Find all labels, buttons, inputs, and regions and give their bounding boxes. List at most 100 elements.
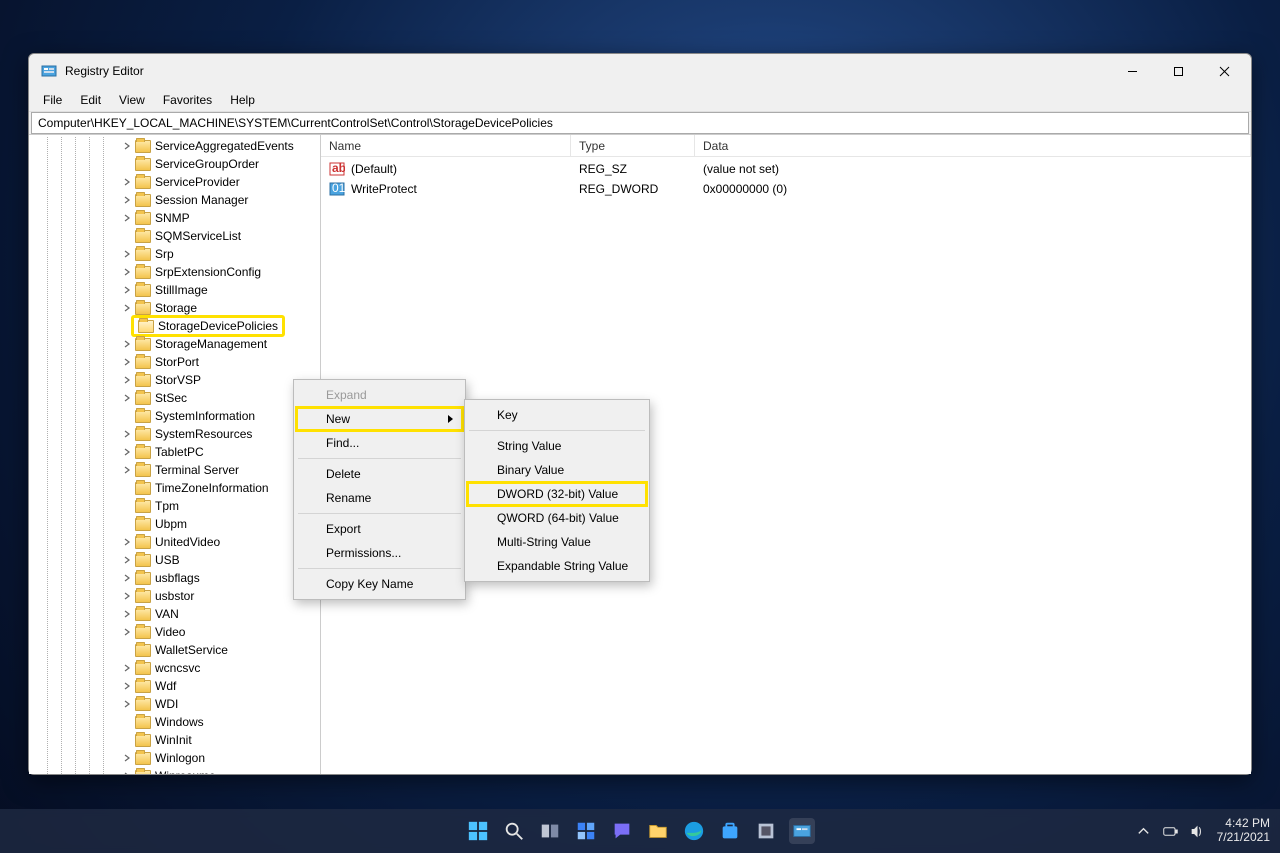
tree-node[interactable]: Video	[29, 623, 320, 641]
menu-item[interactable]: QWORD (64-bit) Value	[467, 506, 647, 530]
chevron-right-icon[interactable]	[121, 212, 133, 224]
tree-node[interactable]: Ubpm	[29, 515, 320, 533]
store-icon[interactable]	[717, 818, 743, 844]
menu-item[interactable]: Copy Key Name	[296, 572, 463, 596]
tree-node[interactable]: StillImage	[29, 281, 320, 299]
volume-icon[interactable]	[1190, 824, 1205, 839]
chevron-right-icon[interactable]	[121, 464, 133, 476]
start-icon[interactable]	[465, 818, 491, 844]
tree-node[interactable]: WinInit	[29, 731, 320, 749]
tree-node[interactable]: usbflags	[29, 569, 320, 587]
menu-item[interactable]: Binary Value	[467, 458, 647, 482]
value-row[interactable]: ab(Default)REG_SZ(value not set)	[321, 159, 1251, 179]
menu-favorites[interactable]: Favorites	[155, 91, 220, 109]
tree-node[interactable]: wcncsvc	[29, 659, 320, 677]
tree-node[interactable]: UnitedVideo	[29, 533, 320, 551]
menu-item[interactable]: Key	[467, 403, 647, 427]
menu-item[interactable]: New	[296, 407, 463, 431]
tree-node[interactable]: StorageDevicePolicies	[29, 317, 320, 335]
address-bar[interactable]: Computer\HKEY_LOCAL_MACHINE\SYSTEM\Curre…	[31, 112, 1249, 134]
col-type[interactable]: Type	[571, 135, 695, 156]
tree-node[interactable]: USB	[29, 551, 320, 569]
search-icon[interactable]	[501, 818, 527, 844]
context-menu[interactable]: ExpandNewFind...DeleteRenameExportPermis…	[293, 379, 466, 600]
tree-node[interactable]: WDI	[29, 695, 320, 713]
system-tray[interactable]: 4:42 PM 7/21/2021	[1136, 809, 1270, 853]
taskbar[interactable]: 4:42 PM 7/21/2021	[0, 809, 1280, 853]
tree-node[interactable]: StorPort	[29, 353, 320, 371]
chevron-right-icon[interactable]	[121, 662, 133, 674]
chevron-right-icon[interactable]	[121, 338, 133, 350]
menu-edit[interactable]: Edit	[72, 91, 109, 109]
tree-node[interactable]: SystemInformation	[29, 407, 320, 425]
widgets-icon[interactable]	[573, 818, 599, 844]
close-button[interactable]	[1201, 56, 1247, 86]
tree-node[interactable]: Terminal Server	[29, 461, 320, 479]
tree-node[interactable]: SNMP	[29, 209, 320, 227]
chevron-right-icon[interactable]	[121, 356, 133, 368]
chevron-right-icon[interactable]	[121, 608, 133, 620]
chevron-right-icon[interactable]	[121, 428, 133, 440]
menu-item[interactable]: Multi-String Value	[467, 530, 647, 554]
minimize-button[interactable]	[1109, 56, 1155, 86]
tree-node[interactable]: Windows	[29, 713, 320, 731]
tree-node[interactable]: Winlogon	[29, 749, 320, 767]
chevron-right-icon[interactable]	[121, 698, 133, 710]
chevron-right-icon[interactable]	[121, 176, 133, 188]
list-header[interactable]: Name Type Data	[321, 135, 1251, 157]
chevron-right-icon[interactable]	[121, 392, 133, 404]
chevron-right-icon[interactable]	[121, 770, 133, 774]
tree-node[interactable]: Winresume	[29, 767, 320, 774]
tree-node[interactable]: WalletService	[29, 641, 320, 659]
chevron-right-icon[interactable]	[121, 266, 133, 278]
chevron-right-icon[interactable]	[121, 248, 133, 260]
chevron-right-icon[interactable]	[121, 140, 133, 152]
tree-node[interactable]: SystemResources	[29, 425, 320, 443]
chevron-right-icon[interactable]	[121, 590, 133, 602]
taskbar-clock[interactable]: 4:42 PM 7/21/2021	[1217, 817, 1270, 845]
menu-item[interactable]: Rename	[296, 486, 463, 510]
tree-node[interactable]: Srp	[29, 245, 320, 263]
tree-node[interactable]: Tpm	[29, 497, 320, 515]
menu-item[interactable]: String Value	[467, 434, 647, 458]
tree-node[interactable]: StorVSP	[29, 371, 320, 389]
tree-node[interactable]: StorageManagement	[29, 335, 320, 353]
chevron-right-icon[interactable]	[121, 302, 133, 314]
regedit-taskbar-icon[interactable]	[789, 818, 815, 844]
menu-item[interactable]: Export	[296, 517, 463, 541]
tree-node[interactable]: StSec	[29, 389, 320, 407]
chevron-right-icon[interactable]	[121, 572, 133, 584]
edge-icon[interactable]	[681, 818, 707, 844]
titlebar[interactable]: Registry Editor	[29, 54, 1251, 88]
settings-icon[interactable]	[753, 818, 779, 844]
tree-node[interactable]: ServiceGroupOrder	[29, 155, 320, 173]
taskview-icon[interactable]	[537, 818, 563, 844]
explorer-icon[interactable]	[645, 818, 671, 844]
menu-item[interactable]: Find...	[296, 431, 463, 455]
maximize-button[interactable]	[1155, 56, 1201, 86]
chevron-right-icon[interactable]	[121, 626, 133, 638]
chat-icon[interactable]	[609, 818, 635, 844]
chevron-right-icon[interactable]	[121, 536, 133, 548]
menu-item[interactable]: Delete	[296, 462, 463, 486]
tree-node[interactable]: usbstor	[29, 587, 320, 605]
menu-help[interactable]: Help	[222, 91, 263, 109]
tree-node[interactable]: SQMServiceList	[29, 227, 320, 245]
chevron-right-icon[interactable]	[121, 680, 133, 692]
tree-node[interactable]: TabletPC	[29, 443, 320, 461]
tree-node[interactable]: VAN	[29, 605, 320, 623]
chevron-right-icon[interactable]	[121, 446, 133, 458]
context-submenu-new[interactable]: KeyString ValueBinary ValueDWORD (32-bit…	[464, 399, 650, 582]
tree-node[interactable]: Session Manager	[29, 191, 320, 209]
chevron-right-icon[interactable]	[121, 752, 133, 764]
value-row[interactable]: 011WriteProtectREG_DWORD0x00000000 (0)	[321, 179, 1251, 199]
tree-pane[interactable]: ServiceAggregatedEventsServiceGroupOrder…	[29, 135, 321, 774]
tree-node[interactable]: ServiceAggregatedEvents	[29, 137, 320, 155]
tree-node[interactable]: TimeZoneInformation	[29, 479, 320, 497]
chevron-right-icon[interactable]	[121, 194, 133, 206]
menu-file[interactable]: File	[35, 91, 70, 109]
menu-item[interactable]: Expandable String Value	[467, 554, 647, 578]
tray-chevron-up-icon[interactable]	[1136, 824, 1151, 839]
battery-icon[interactable]	[1163, 824, 1178, 839]
menu-view[interactable]: View	[111, 91, 153, 109]
